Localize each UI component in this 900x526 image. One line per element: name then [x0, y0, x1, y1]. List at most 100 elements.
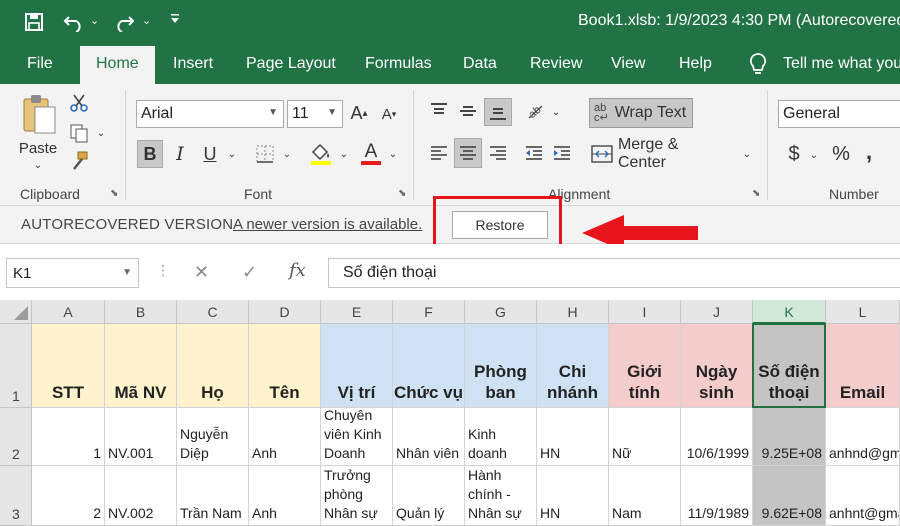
column-header-b[interactable]: B: [105, 300, 177, 324]
cell-h3[interactable]: HN: [537, 466, 609, 526]
cell-d1[interactable]: Tên: [249, 324, 321, 408]
cell-b3[interactable]: NV.002: [105, 466, 177, 526]
paste-button[interactable]: Paste: [18, 138, 58, 158]
currency-icon[interactable]: $: [784, 140, 804, 168]
select-all-corner[interactable]: [0, 300, 32, 324]
percent-icon[interactable]: %: [830, 140, 852, 168]
column-header-f[interactable]: F: [393, 300, 465, 324]
cell-b2[interactable]: NV.001: [105, 408, 177, 466]
column-header-k[interactable]: K: [753, 300, 826, 324]
merge-dropdown-icon[interactable]: ⌄: [743, 149, 751, 160]
tab-insert[interactable]: Insert: [173, 44, 213, 84]
cell-e2[interactable]: Chuyên viên Kinh Doanh: [321, 408, 393, 466]
newer-version-link[interactable]: A newer version is available.: [233, 216, 422, 233]
increase-font-size-icon[interactable]: A ▴: [348, 100, 370, 126]
middle-align-icon[interactable]: [456, 100, 480, 122]
borders-dropdown-icon[interactable]: ⌄: [281, 144, 293, 164]
tab-page-layout[interactable]: Page Layout: [246, 44, 336, 84]
cell-a1[interactable]: STT: [32, 324, 105, 408]
lightbulb-icon[interactable]: [748, 44, 768, 84]
currency-dropdown-icon[interactable]: ⌄: [808, 146, 820, 164]
cell-l1[interactable]: Email: [826, 324, 900, 408]
redo-icon[interactable]: [112, 10, 136, 34]
cell-g2[interactable]: Kinh doanh: [465, 408, 537, 466]
font-color-icon[interactable]: A: [358, 138, 384, 168]
cell-a3[interactable]: 2: [32, 466, 105, 526]
column-header-c[interactable]: C: [177, 300, 249, 324]
decrease-indent-icon[interactable]: [522, 140, 546, 166]
comma-style-icon[interactable]: ,: [862, 138, 876, 166]
tab-view[interactable]: View: [611, 44, 645, 84]
cell-k1[interactable]: Số điện thoại: [753, 324, 826, 408]
format-painter-icon[interactable]: [68, 150, 90, 172]
cell-k3[interactable]: 9.62E+08: [753, 466, 826, 526]
column-header-j[interactable]: J: [681, 300, 753, 324]
cell-i2[interactable]: Nữ: [609, 408, 681, 466]
clipboard-launcher-icon[interactable]: ⬊: [110, 188, 118, 199]
row-header-2[interactable]: 2: [0, 408, 32, 466]
cell-e1[interactable]: Vị trí: [321, 324, 393, 408]
column-header-e[interactable]: E: [321, 300, 393, 324]
orientation-icon[interactable]: ab: [524, 100, 548, 122]
underline-dropdown-icon[interactable]: ⌄: [226, 144, 238, 164]
align-left-icon[interactable]: [427, 140, 451, 166]
customize-toolbar-icon[interactable]: [170, 12, 180, 24]
cell-f2[interactable]: Nhân viên: [393, 408, 465, 466]
cell-d2[interactable]: Anh: [249, 408, 321, 466]
tab-help[interactable]: Help: [679, 44, 712, 84]
fill-color-icon[interactable]: [308, 138, 334, 168]
tab-file[interactable]: File: [27, 44, 53, 84]
copy-icon[interactable]: [68, 122, 90, 144]
cell-i3[interactable]: Nam: [609, 466, 681, 526]
fill-color-dropdown-icon[interactable]: ⌄: [338, 144, 350, 164]
spreadsheet-grid[interactable]: A B C D E F G H I J K L 1 2 3 STT Mã NV Họ Tên Vị trí Chức v…: [0, 300, 900, 526]
cell-g3[interactable]: Hành chính - Nhân sự: [465, 466, 537, 526]
italic-button[interactable]: I: [168, 140, 192, 168]
cell-c1[interactable]: Họ: [177, 324, 249, 408]
orientation-dropdown-icon[interactable]: ⌄: [550, 104, 562, 120]
redo-dropdown-icon[interactable]: ⌄: [142, 14, 151, 27]
column-header-i[interactable]: I: [609, 300, 681, 324]
column-header-h[interactable]: H: [537, 300, 609, 324]
paste-dropdown-icon[interactable]: ⌄: [32, 158, 44, 172]
underline-button[interactable]: U: [198, 140, 222, 168]
chevron-down-icon[interactable]: ▼: [268, 107, 278, 118]
font-name-combo[interactable]: Arial ▼: [136, 100, 284, 128]
cell-b1[interactable]: Mã NV: [105, 324, 177, 408]
cell-e3[interactable]: Trưởng phòng Nhân sự: [321, 466, 393, 526]
row-header-3[interactable]: 3: [0, 466, 32, 526]
chevron-down-icon[interactable]: ▼: [327, 107, 337, 118]
enter-icon[interactable]: ✓: [242, 262, 257, 283]
increase-indent-icon[interactable]: [550, 140, 574, 166]
font-launcher-icon[interactable]: ⬊: [398, 188, 406, 199]
cut-icon[interactable]: [68, 92, 90, 114]
tab-review[interactable]: Review: [530, 44, 582, 84]
decrease-font-size-icon[interactable]: A ▾: [378, 102, 400, 126]
cell-l2[interactable]: anhnd@gmail.com: [826, 408, 900, 466]
column-header-d[interactable]: D: [249, 300, 321, 324]
cell-g1[interactable]: Phòng ban: [465, 324, 537, 408]
alignment-launcher-icon[interactable]: ⬊: [752, 188, 760, 199]
tell-me-search[interactable]: Tell me what you: [783, 44, 900, 84]
number-format-combo[interactable]: General: [778, 100, 900, 128]
column-header-g[interactable]: G: [465, 300, 537, 324]
font-color-dropdown-icon[interactable]: ⌄: [387, 144, 399, 164]
undo-dropdown-icon[interactable]: ⌄: [90, 14, 99, 27]
cell-k2[interactable]: 9.25E+08: [753, 408, 826, 466]
cell-c3[interactable]: Trần Nam: [177, 466, 249, 526]
column-header-l[interactable]: L: [826, 300, 900, 324]
undo-icon[interactable]: [62, 10, 86, 34]
formula-input[interactable]: Số điện thoại: [328, 258, 900, 288]
cell-j1[interactable]: Ngày sinh: [681, 324, 753, 408]
cell-j2[interactable]: 10/6/1999: [681, 408, 753, 466]
insert-function-icon[interactable]: fx: [289, 260, 306, 281]
cancel-icon[interactable]: ✕: [194, 262, 209, 283]
bold-button[interactable]: B: [137, 140, 163, 168]
cell-i1[interactable]: Giới tính: [609, 324, 681, 408]
borders-icon[interactable]: [252, 140, 278, 168]
bottom-align-icon[interactable]: [484, 98, 512, 126]
chevron-down-icon[interactable]: ▼: [122, 267, 132, 278]
align-right-icon[interactable]: [486, 140, 510, 166]
tab-data[interactable]: Data: [463, 44, 497, 84]
top-align-icon[interactable]: [427, 100, 451, 122]
